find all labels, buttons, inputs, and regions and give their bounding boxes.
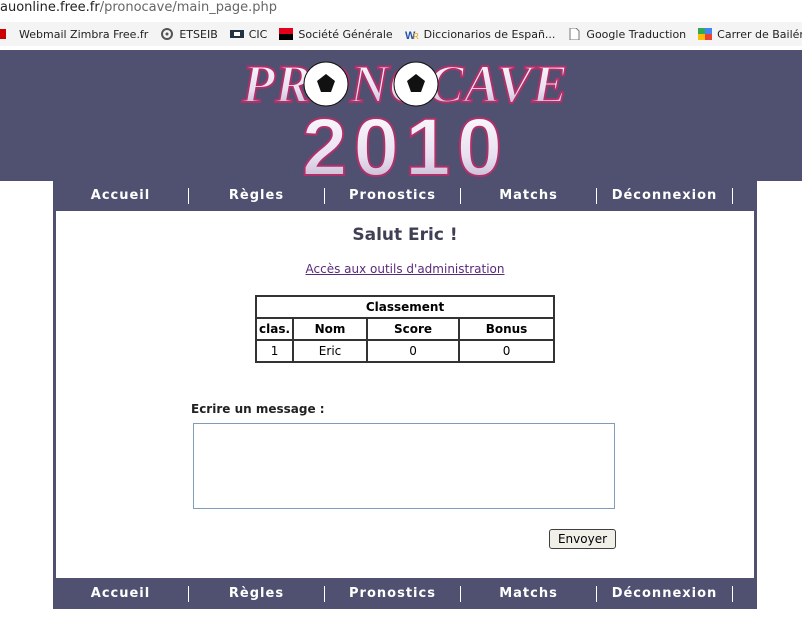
message-label: Ecrire un message : <box>191 402 325 416</box>
send-button[interactable]: Envoyer <box>549 529 616 549</box>
cic-icon <box>229 28 244 40</box>
main-page: Accueil Règles Pronostics Matchs Déconne… <box>53 181 757 609</box>
maps-icon <box>698 28 713 40</box>
sg-icon <box>279 28 294 40</box>
wr-icon: WR <box>405 28 419 42</box>
pronocave-logo: PRONOCAVE 2010 <box>240 53 569 181</box>
message-textarea[interactable] <box>193 423 615 509</box>
bookmark-etseib[interactable]: ETSEIB <box>160 27 218 41</box>
col-header-nom: Nom <box>292 317 369 341</box>
bookmark-label: CIC <box>248 27 268 41</box>
cell-bonus: 0 <box>458 339 555 363</box>
bookmark-google-traduction[interactable]: Google Traduction <box>567 27 687 41</box>
top-navigation: Accueil Règles Pronostics Matchs Déconne… <box>53 181 757 211</box>
ranking-table: Classement clas. Nom Score Bonus 1 Eric … <box>254 295 555 363</box>
nav-matchs[interactable]: Matchs <box>461 586 597 602</box>
bookmark-webmail[interactable]: Webmail Zimbra Free.fr <box>0 28 148 41</box>
page-icon <box>567 27 581 41</box>
content-area: Salut Eric ! Accès aux outils d'administ… <box>56 211 754 578</box>
nav-regles[interactable]: Règles <box>189 188 325 204</box>
site-banner: PRONOCAVE 2010 <box>0 50 802 181</box>
bookmark-label: Société Générale <box>298 27 393 41</box>
table-header-row: clas. Nom Score Bonus <box>254 317 555 341</box>
free-icon <box>0 28 14 40</box>
url-host: auonline.free.fr <box>0 0 100 15</box>
address-bar[interactable]: auonline.free.fr/pronocave/main_page.php <box>0 0 802 18</box>
nav-accueil[interactable]: Accueil <box>53 188 189 204</box>
bottom-navigation: Accueil Règles Pronostics Matchs Déconne… <box>53 579 757 607</box>
nav-deconnexion[interactable]: Déconnexion <box>597 586 733 602</box>
admin-tools-link[interactable]: Accès aux outils d'administration <box>56 262 754 276</box>
col-header-score: Score <box>366 317 461 341</box>
col-header-clas: clas. <box>254 317 295 341</box>
bookmark-label: ETSEIB <box>179 27 218 41</box>
greeting-heading: Salut Eric ! <box>352 225 458 245</box>
bookmark-label: Diccionarios de Españ... <box>423 27 556 41</box>
bookmark-diccionarios[interactable]: WR Diccionarios de Españ... <box>405 27 556 43</box>
col-header-bonus: Bonus <box>458 317 555 341</box>
bookmarks-bar: Webmail Zimbra Free.fr ETSEIB CIC Sociét… <box>0 22 802 46</box>
nav-accueil[interactable]: Accueil <box>53 586 189 602</box>
cell-nom: Eric <box>292 339 369 363</box>
cell-score: 0 <box>366 339 461 363</box>
bookmark-label: Webmail Zimbra Free.fr <box>19 27 149 41</box>
bookmark-societe-generale[interactable]: Société Générale <box>279 27 393 41</box>
nav-matchs[interactable]: Matchs <box>461 188 597 204</box>
bookmark-label: Carrer de Bailén, 235 <box>717 27 802 41</box>
gear-icon <box>160 28 174 40</box>
cell-clas: 1 <box>254 339 295 363</box>
url-path: /pronocave/main_page.php <box>99 0 278 15</box>
nav-pronostics[interactable]: Pronostics <box>325 188 461 204</box>
ranking-title: Classement <box>255 295 555 319</box>
nav-pronostics[interactable]: Pronostics <box>325 586 461 602</box>
nav-regles[interactable]: Règles <box>189 586 325 602</box>
table-row: 1 Eric 0 0 <box>254 339 555 363</box>
nav-deconnexion[interactable]: Déconnexion <box>597 188 733 204</box>
logo-line2: 2010 <box>302 102 508 181</box>
bookmark-label: Google Traduction <box>586 27 687 41</box>
bookmark-cic[interactable]: CIC <box>229 27 268 41</box>
bookmark-carrer-bailen[interactable]: Carrer de Bailén, 235 <box>698 28 802 41</box>
svg-text:R: R <box>413 32 419 40</box>
